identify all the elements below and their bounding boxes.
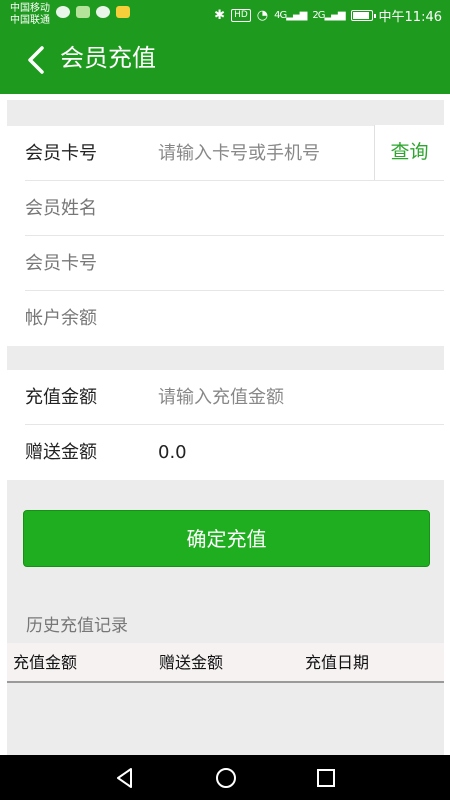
history-col-date: 充值日期 bbox=[305, 653, 370, 672]
card-number-input[interactable] bbox=[158, 138, 358, 168]
app-header: 会员充值 bbox=[0, 30, 450, 94]
top-bar: 中国移动 中国联通 ✱ HD ◔ 4G▂▄▆ 2G▂▄▆ 中午11:46 会员充… bbox=[0, 0, 450, 94]
signal-4g-icon: 4G▂▄▆ bbox=[274, 10, 307, 21]
history-col-amount: 充值金额 bbox=[13, 653, 78, 672]
member-name-label: 会员姓名 bbox=[25, 198, 97, 219]
clock: 中午11:46 bbox=[378, 10, 442, 25]
net-2g-label: 2G bbox=[312, 10, 325, 21]
history-title: 历史充值记录 bbox=[26, 616, 128, 636]
status-bar: 中国移动 中国联通 ✱ HD ◔ 4G▂▄▆ 2G▂▄▆ 中午11:46 bbox=[0, 0, 450, 30]
amount-input[interactable] bbox=[158, 382, 358, 412]
battery-icon bbox=[350, 10, 376, 21]
query-button[interactable]: 查询 bbox=[374, 125, 444, 180]
status-right: ✱ HD ◔ 4G▂▄▆ 2G▂▄▆ 中午11:46 bbox=[214, 6, 442, 25]
amount-row: 充值金额 bbox=[25, 370, 444, 425]
member-name-row: 会员姓名 bbox=[25, 181, 444, 236]
carrier-info: 中国移动 中国联通 bbox=[10, 3, 50, 27]
android-icon bbox=[76, 6, 90, 18]
message-icon bbox=[96, 6, 110, 18]
history-col-bonus: 赠送金额 bbox=[159, 653, 224, 672]
card-number-label: 会员卡号 bbox=[25, 143, 97, 164]
net-4g-label: 4G bbox=[274, 10, 287, 21]
notification-icons bbox=[56, 6, 130, 18]
wifi-icon: ◔ bbox=[256, 8, 269, 23]
amount-label: 充值金额 bbox=[25, 387, 97, 408]
carrier-2: 中国联通 bbox=[10, 15, 50, 26]
hd-icon: HD bbox=[231, 9, 251, 22]
bonus-value: 0.0 bbox=[158, 442, 187, 463]
member-card-no-row: 会员卡号 bbox=[25, 236, 444, 291]
recharge-card: 充值金额 赠送金额 0.0 bbox=[7, 370, 444, 480]
back-arrow-icon[interactable] bbox=[22, 44, 54, 76]
balance-row: 帐户余额 bbox=[25, 291, 444, 346]
app-notification-icon bbox=[116, 6, 130, 18]
history-table-header: 充值金额 赠送金额 充值日期 bbox=[7, 643, 444, 683]
main-panel: 会员卡号 查询 会员姓名 会员卡号 帐户余额 充值金额 赠送金额 0.0 确定充… bbox=[7, 100, 444, 755]
balance-label: 帐户余额 bbox=[25, 308, 97, 329]
bonus-label: 赠送金额 bbox=[25, 442, 97, 463]
navigation-bar bbox=[0, 755, 450, 800]
home-nav-icon[interactable] bbox=[214, 766, 238, 790]
carrier-1: 中国移动 bbox=[10, 3, 50, 14]
bluetooth-icon: ✱ bbox=[214, 8, 226, 23]
member-card: 会员卡号 查询 会员姓名 会员卡号 帐户余额 bbox=[7, 125, 444, 346]
bonus-row: 赠送金额 0.0 bbox=[25, 425, 444, 480]
card-number-row: 会员卡号 查询 bbox=[25, 125, 444, 181]
page-title: 会员充值 bbox=[60, 44, 156, 72]
recents-nav-icon[interactable] bbox=[314, 766, 338, 790]
back-nav-icon[interactable] bbox=[113, 766, 137, 790]
confirm-recharge-button[interactable]: 确定充值 bbox=[23, 510, 430, 567]
wechat-icon bbox=[56, 6, 70, 18]
member-card-no-label: 会员卡号 bbox=[25, 253, 97, 274]
signal-2g-icon: 2G▂▄▆ bbox=[312, 10, 345, 21]
